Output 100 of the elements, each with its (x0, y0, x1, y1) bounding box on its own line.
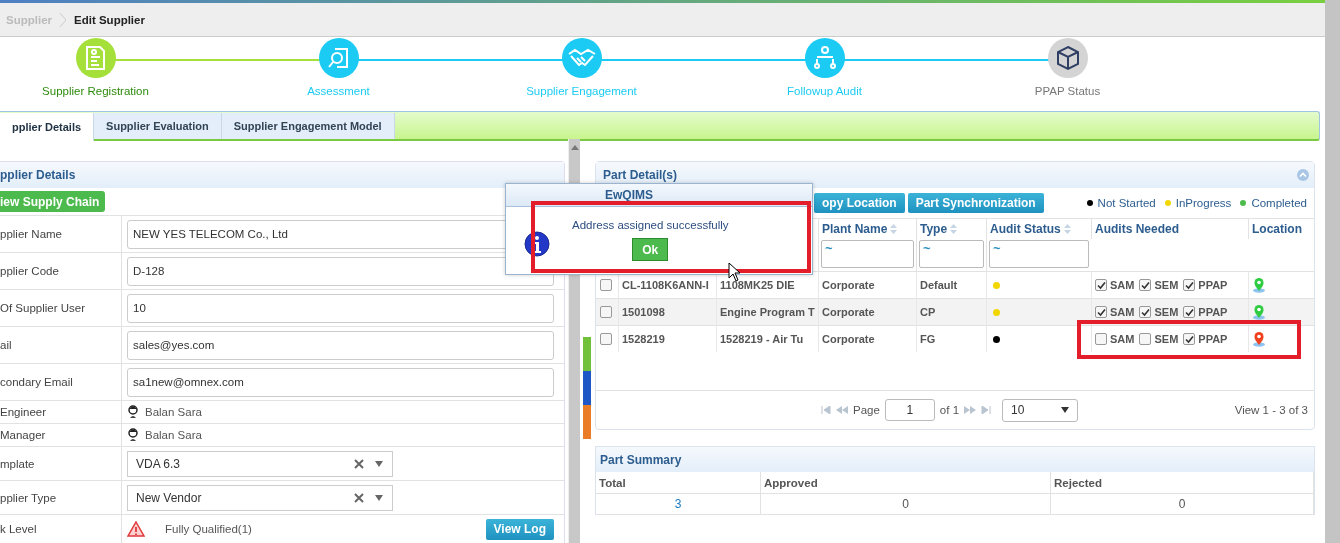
panel-title: Part Detail(s) (603, 168, 678, 182)
filter-field[interactable]: ~ (919, 240, 984, 268)
field-label: pplier Code (0, 253, 122, 289)
audit-label: SAM (1110, 306, 1135, 318)
caret-icon[interactable] (374, 494, 384, 501)
audit-checkbox[interactable] (1183, 306, 1196, 318)
table-cell: 0 (1051, 494, 1314, 515)
map-pin-icon[interactable] (1252, 277, 1266, 293)
column-header: Location (1248, 219, 1314, 239)
table-cell: CP (916, 299, 986, 325)
sort-icon[interactable] (890, 224, 898, 234)
page-field[interactable]: 1 (884, 399, 935, 421)
tab[interactable]: pplier Details (0, 113, 95, 141)
collapse-icon[interactable] (1297, 169, 1309, 181)
row-checkbox[interactable] (600, 333, 612, 345)
column-header: Rejected (1051, 472, 1314, 494)
audit-label: PPAP (1198, 306, 1228, 318)
person-icon (127, 428, 139, 442)
step-circle[interactable] (1047, 38, 1088, 78)
document-icon (83, 45, 108, 71)
tab[interactable]: Supplier Engagement Model (221, 113, 395, 139)
previous-page-icon[interactable] (836, 406, 848, 414)
person-name: Balan Sara (145, 429, 202, 441)
record-count: View 1 - 3 of 3 (1234, 404, 1309, 416)
audit-checkbox[interactable] (1095, 279, 1107, 291)
scroll-up-icon[interactable] (570, 145, 579, 150)
audit-checkbox[interactable] (1183, 333, 1196, 345)
column-header: Approved (761, 472, 1051, 494)
table-cell: Corporate (818, 299, 916, 325)
clear-icon[interactable] (354, 492, 364, 503)
magnifier-icon (326, 46, 351, 70)
dropdown[interactable]: VDA 6.3 (127, 450, 393, 477)
field-label: k Level (0, 515, 122, 543)
last-page-icon[interactable] (981, 406, 992, 414)
table-cell: 1501098 (618, 299, 716, 325)
table-cell: 0 (761, 494, 1051, 515)
warning-icon (127, 521, 145, 537)
caret-icon[interactable] (374, 460, 384, 467)
cube-icon (1054, 45, 1081, 71)
field-label: Engineer (0, 401, 122, 423)
audit-checkbox[interactable] (1095, 333, 1107, 345)
panel-title: pplier Details (0, 162, 564, 188)
panel-title: Part Summary (596, 447, 1314, 472)
row-checkbox[interactable] (600, 306, 612, 318)
clear-icon[interactable] (354, 458, 364, 469)
audit-label: SAM (1110, 279, 1135, 291)
network-icon (811, 45, 838, 71)
map-pin-icon[interactable] (1252, 331, 1266, 347)
first-page-icon[interactable] (821, 406, 831, 414)
chevron-icon (60, 12, 66, 27)
input-field[interactable]: sa1new@omnex.com (127, 367, 554, 397)
input-field[interactable]: 10 (127, 293, 554, 323)
caret-icon[interactable] (1061, 407, 1070, 413)
column-header[interactable]: Audit Status (986, 219, 1091, 239)
audit-label: SEM (1154, 279, 1179, 291)
audit-label: PPAP (1198, 279, 1228, 291)
table-cell: FG (916, 326, 986, 352)
column-header: Audits Needed (1091, 219, 1248, 239)
field-label: Manager (0, 424, 122, 446)
field-label: pplier Name (0, 216, 122, 252)
table-cell: Corporate (818, 326, 916, 352)
info-icon (524, 231, 550, 257)
step-label[interactable]: PPAP Status (1034, 85, 1101, 97)
table-cell[interactable]: 3 (596, 494, 761, 515)
field-label: mplate (0, 447, 122, 480)
input-field[interactable]: D-128 (127, 256, 554, 286)
sort-icon[interactable] (1063, 224, 1071, 234)
map-pin-icon[interactable] (1252, 304, 1266, 320)
column-header[interactable]: Type (916, 219, 986, 239)
legend-label: Completed (1251, 197, 1307, 209)
audit-label: SEM (1154, 306, 1179, 318)
sort-icon[interactable] (950, 224, 958, 234)
page-size-dropdown[interactable]: 10 (1002, 398, 1079, 422)
page-count: of 1 (939, 404, 960, 416)
page-label: Page (853, 404, 880, 416)
filter-field[interactable]: ~ (821, 240, 914, 268)
audit-label: SEM (1154, 333, 1179, 345)
audit-checkbox[interactable] (1139, 279, 1152, 291)
scrollbar[interactable] (1325, 0, 1340, 543)
tab[interactable]: Supplier Evaluation (94, 113, 222, 139)
audit-checkbox[interactable] (1183, 279, 1196, 291)
step-label[interactable]: Supplier Registration (42, 85, 149, 97)
column-header[interactable]: Plant Name (818, 219, 916, 239)
audit-label: PPAP (1198, 333, 1228, 345)
filter-field[interactable]: ~ (989, 240, 1089, 268)
input-field[interactable]: sales@yes.com (127, 330, 554, 360)
legend-label: InProgress (1175, 197, 1232, 209)
audit-checkbox[interactable] (1095, 306, 1107, 318)
field-label: condary Email (0, 364, 122, 400)
person-icon (127, 405, 139, 419)
dropdown[interactable]: New Vendor (127, 484, 393, 511)
audit-checkbox[interactable] (1139, 333, 1152, 345)
field-label: Of Supplier User (0, 290, 122, 326)
row-checkbox[interactable] (600, 279, 612, 291)
next-page-icon[interactable] (964, 406, 977, 414)
column-header: Total (596, 472, 761, 494)
audit-checkbox[interactable] (1139, 306, 1152, 318)
audit-label: SAM (1110, 333, 1135, 345)
dialog-message: Address assigned successfully (572, 219, 729, 231)
field-label: ail (0, 327, 122, 363)
